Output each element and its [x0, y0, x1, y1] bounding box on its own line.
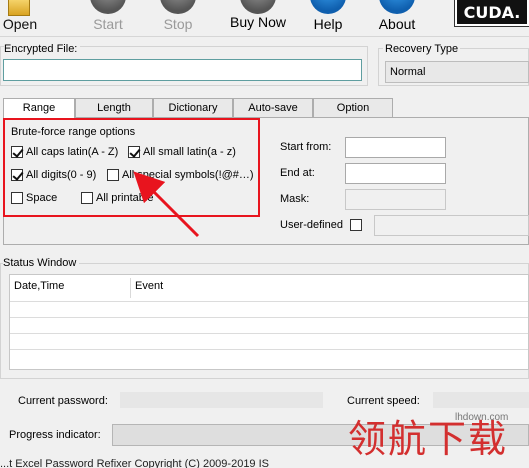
toolbar-divider — [0, 36, 529, 37]
start-from-label: Start from: — [280, 141, 332, 153]
arrow-annotation-icon — [133, 171, 200, 238]
list-row-line — [10, 333, 528, 334]
checkbox-all-caps-box[interactable] — [11, 146, 23, 158]
end-at-input[interactable] — [345, 163, 446, 184]
checkbox-all-digits-label: All digits(0 - 9) — [26, 169, 97, 181]
list-row-line — [10, 349, 528, 350]
current-speed-value — [433, 392, 529, 408]
start-label: Start — [93, 16, 123, 32]
user-defined-input[interactable] — [374, 215, 529, 236]
cart-icon — [240, 0, 276, 14]
about-button[interactable]: About — [377, 0, 417, 32]
progress-indicator-label: Progress indicator: — [9, 429, 101, 441]
buy-now-label: Buy Now — [229, 14, 287, 30]
list-row-line — [10, 301, 528, 302]
checkbox-all-caps-label: All caps latin(A - Z) — [26, 146, 119, 158]
checkbox-space-box[interactable] — [11, 192, 23, 204]
folder-icon — [8, 0, 30, 16]
tab-range[interactable]: Range — [3, 98, 75, 118]
open-label: Open — [2, 16, 38, 32]
play-icon — [90, 0, 126, 14]
tab-length[interactable]: Length — [75, 98, 153, 117]
info-icon — [379, 0, 415, 14]
checkbox-all-special-box[interactable] — [107, 169, 119, 181]
tab-option[interactable]: Option — [313, 98, 393, 117]
start-from-input[interactable] — [345, 137, 446, 158]
checkbox-all-small-box[interactable] — [128, 146, 140, 158]
current-speed-label: Current speed: — [347, 395, 420, 407]
user-defined-label: User-defined — [280, 219, 343, 231]
stop-icon — [160, 0, 196, 14]
stop-button[interactable]: Stop — [158, 0, 198, 32]
list-row-line — [10, 317, 528, 318]
column-date-time[interactable]: Date,Time — [10, 275, 130, 301]
tab-dictionary[interactable]: Dictionary — [153, 98, 233, 117]
help-icon — [310, 0, 346, 14]
mask-label: Mask: — [280, 193, 310, 205]
cuda-logo: CUDA. — [454, 0, 529, 27]
help-label: Help — [313, 16, 343, 32]
start-button[interactable]: Start — [88, 0, 128, 32]
checkbox-all-caps[interactable]: All caps latin(A - Z) — [11, 146, 118, 158]
status-window-title: Status Window — [3, 257, 80, 269]
encrypted-file-label: Encrypted File: — [4, 43, 81, 55]
stop-label: Stop — [163, 16, 193, 32]
recovery-type-label: Recovery Type — [383, 43, 461, 55]
watermark-url: lhdown.com — [455, 412, 509, 423]
checkbox-user-defined[interactable] — [350, 219, 365, 231]
about-label: About — [378, 16, 416, 32]
checkbox-all-digits[interactable]: All digits(0 - 9) — [11, 169, 96, 181]
current-password-value — [120, 392, 323, 408]
help-button[interactable]: Help — [308, 0, 348, 32]
checkbox-space-label: Space — [26, 192, 58, 204]
recovery-type-select[interactable]: Normal — [385, 61, 529, 83]
column-event[interactable]: Event — [131, 275, 331, 301]
end-at-label: End at: — [280, 167, 315, 179]
checkbox-all-small-label: All small latin(a - z) — [143, 146, 236, 158]
checkbox-user-defined-box[interactable] — [350, 219, 362, 231]
checkbox-all-small[interactable]: All small latin(a - z) — [128, 146, 236, 158]
mask-input[interactable] — [345, 189, 446, 210]
checkbox-all-printable-box[interactable] — [81, 192, 93, 204]
encrypted-file-input[interactable] — [3, 59, 362, 81]
checkbox-all-digits-box[interactable] — [11, 169, 23, 181]
status-event-list[interactable]: Date,Time Event — [9, 274, 529, 370]
copyright-footer: ...t Excel Password Refixer Copyright (C… — [0, 458, 270, 468]
tab-auto-save[interactable]: Auto-save — [233, 98, 313, 117]
open-button[interactable]: Open — [0, 0, 40, 32]
checkbox-space[interactable]: Space — [11, 192, 57, 204]
brute-force-group-title: Brute-force range options — [11, 126, 136, 138]
current-password-label: Current password: — [18, 395, 108, 407]
buy-now-button[interactable]: Buy Now — [228, 0, 288, 32]
